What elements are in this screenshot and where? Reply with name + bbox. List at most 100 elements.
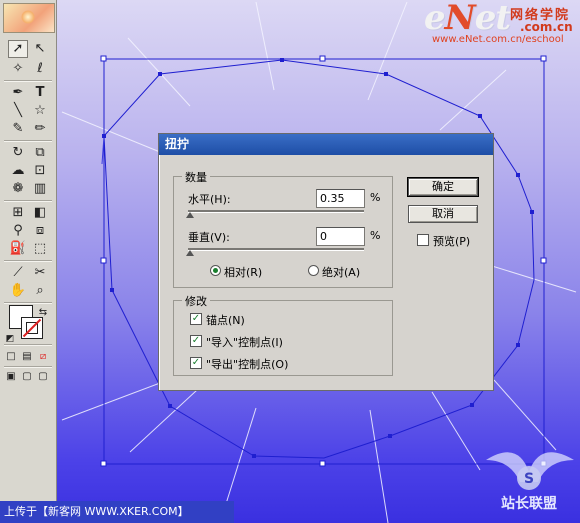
- pencil-tool-icon[interactable]: ✏: [30, 120, 50, 138]
- toolbox-divider: [4, 344, 52, 346]
- in-control-label[interactable]: "导入"控制点(I): [206, 334, 283, 350]
- out-control-label[interactable]: "导出"控制点(O): [206, 356, 288, 372]
- pen-tool-icon[interactable]: ✒: [8, 84, 28, 102]
- column-graph-tool-icon[interactable]: ▥: [30, 180, 50, 198]
- anchor: [388, 434, 392, 438]
- in-control-checkbox[interactable]: ✓: [190, 335, 202, 347]
- dialog-title[interactable]: 扭拧: [159, 134, 493, 155]
- modify-group-label: 修改: [182, 293, 210, 309]
- toolbox-divider: [4, 80, 52, 82]
- toolbox-divider: [4, 140, 52, 142]
- anchor-checkbox[interactable]: ✓: [190, 313, 202, 325]
- handle: [540, 55, 547, 62]
- anchor: [110, 288, 114, 292]
- vertical-label: 垂直(V):: [188, 231, 230, 244]
- anchor: [280, 58, 284, 62]
- handle: [319, 55, 326, 62]
- gradient-tool-icon[interactable]: ◧: [30, 204, 50, 222]
- mesh-tool-icon[interactable]: ⊞: [8, 204, 28, 222]
- radial-line: [61, 379, 169, 421]
- anchor: [168, 404, 172, 408]
- svg-text:S: S: [524, 471, 534, 487]
- absolute-radio[interactable]: [308, 265, 319, 276]
- anchor: [252, 454, 256, 458]
- anchor-label[interactable]: 锚点(N): [206, 312, 245, 328]
- anchor: [102, 134, 106, 138]
- paintbrush-tool-icon[interactable]: ✎: [8, 120, 28, 138]
- toolbox-divider: [4, 260, 52, 262]
- symbol-sprayer-tool-icon[interactable]: ❁: [8, 180, 28, 198]
- direct-selection-tool-icon[interactable]: ↖: [30, 40, 50, 58]
- type-tool-icon[interactable]: T: [30, 84, 50, 102]
- radial-line: [255, 1, 275, 91]
- emblem-text: 站长联盟: [501, 495, 557, 512]
- amount-group-label: 数量: [182, 169, 210, 185]
- twist-dialog: 扭拧 数量 水平(H): 0.35 % 垂直(V): 0 % 相对(R) 绝对(…: [158, 133, 494, 391]
- hand-tool-icon[interactable]: ✋: [8, 282, 28, 300]
- rotate-tool-icon[interactable]: ↻: [8, 144, 28, 162]
- watermark-url: www.eNet.com.cn/eschool: [432, 34, 564, 45]
- zoom-tool-icon[interactable]: ⌕: [30, 282, 50, 300]
- anchor: [470, 403, 474, 407]
- webmaster-alliance-emblem: S 站长联盟: [486, 452, 574, 512]
- vertical-slider-track[interactable]: [188, 248, 364, 251]
- lasso-tool-icon[interactable]: ℓ: [30, 60, 50, 78]
- handle: [100, 55, 107, 62]
- slice-tool-icon[interactable]: ⟋: [8, 264, 28, 282]
- selection-tool-icon[interactable]: ➚: [8, 40, 28, 58]
- modify-group: 修改 ✓ 锚点(N) ✓ "导入"控制点(I) ✓ "导出"控制点(O): [173, 293, 393, 376]
- relative-radio[interactable]: [210, 265, 221, 276]
- gradient-mode-icon[interactable]: ▤: [20, 348, 34, 366]
- anchor: [478, 114, 482, 118]
- absolute-label[interactable]: 绝对(A): [322, 264, 360, 280]
- handle: [319, 460, 326, 467]
- swap-colors-icon[interactable]: ⇆: [36, 304, 50, 322]
- preview-label[interactable]: 预览(P): [433, 233, 470, 249]
- warp-tool-icon[interactable]: ☁: [8, 162, 28, 180]
- vertical-slider-thumb[interactable]: [186, 250, 194, 256]
- vertical-input[interactable]: 0: [316, 227, 365, 246]
- eyedropper-tool-icon[interactable]: ⚲: [8, 222, 28, 240]
- line-tool-icon[interactable]: ╲: [8, 102, 28, 120]
- screen-mode-full-menu-icon[interactable]: ▢: [20, 368, 34, 386]
- none-mode-icon[interactable]: ⧄: [36, 348, 50, 366]
- scale-tool-icon[interactable]: ⧉: [30, 144, 50, 162]
- cancel-button[interactable]: 取消: [408, 205, 478, 223]
- vertical-unit: %: [370, 229, 381, 242]
- handle: [100, 257, 107, 264]
- upload-caption: 上传于【新客网 WWW.XKER.COM】: [0, 501, 234, 523]
- anchor: [530, 210, 534, 214]
- radial-line: [367, 1, 408, 101]
- radial-line: [369, 409, 389, 523]
- radial-line: [439, 69, 507, 131]
- blend-tool-icon[interactable]: ⧈: [30, 222, 50, 240]
- horizontal-slider-thumb[interactable]: [186, 212, 194, 218]
- scissors-tool-icon[interactable]: ✂: [30, 264, 50, 282]
- anchor: [384, 72, 388, 76]
- ok-button[interactable]: 确定: [407, 177, 479, 197]
- handle: [540, 257, 547, 264]
- horizontal-label: 水平(H):: [188, 193, 231, 206]
- toolbox-divider: [4, 200, 52, 202]
- live-paint-tool-icon[interactable]: ⛽: [8, 240, 28, 258]
- live-paint-selection-tool-icon[interactable]: ⬚: [30, 240, 50, 258]
- radial-line: [61, 111, 161, 153]
- screen-mode-normal-icon[interactable]: ▣: [4, 368, 18, 386]
- horizontal-slider-track[interactable]: [188, 210, 364, 213]
- magic-wand-tool-icon[interactable]: ✧: [8, 60, 28, 78]
- screen-mode-full-icon[interactable]: ▢: [36, 368, 50, 386]
- horizontal-input[interactable]: 0.35: [316, 189, 365, 208]
- anchor: [516, 173, 520, 177]
- logo-domain-text: .com.cn: [520, 20, 573, 34]
- preview-checkbox[interactable]: [417, 234, 429, 246]
- free-transform-tool-icon[interactable]: ⊡: [30, 162, 50, 180]
- out-control-checkbox[interactable]: ✓: [190, 357, 202, 369]
- toolbox-header-image: [3, 3, 55, 33]
- color-mode-icon[interactable]: □: [4, 348, 18, 366]
- anchor: [516, 343, 520, 347]
- anchor: [158, 72, 162, 76]
- star-tool-icon[interactable]: ☆: [30, 102, 50, 120]
- horizontal-unit: %: [370, 191, 381, 204]
- relative-label[interactable]: 相对(R): [224, 264, 262, 280]
- amount-group: 数量 水平(H): 0.35 % 垂直(V): 0 % 相对(R) 绝对(A): [173, 169, 393, 288]
